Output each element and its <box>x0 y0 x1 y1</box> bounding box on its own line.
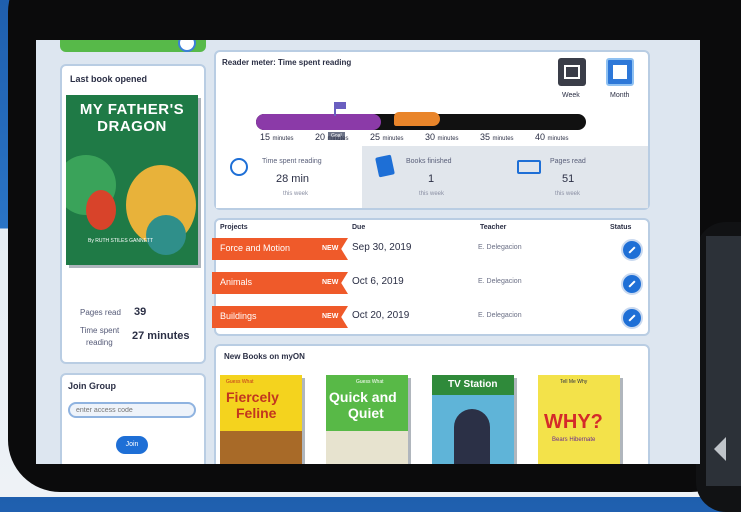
tick-unit: minutes <box>272 136 294 142</box>
book-title-1: TV Station <box>448 379 498 390</box>
book-title-1: Fiercely <box>226 389 279 405</box>
help-icon[interactable] <box>178 40 196 52</box>
project-due: Sep 30, 2019 <box>352 242 412 253</box>
meter-tick-label: 35 minutes <box>480 132 514 142</box>
calendar-month-icon <box>613 65 627 79</box>
tick-unit: minutes <box>492 136 514 142</box>
pages-read-value: 39 <box>134 306 147 318</box>
book-series: Tell Me Why <box>560 379 588 385</box>
meter-tick-label: 40 minutes <box>535 132 569 142</box>
tick-number: 30 <box>425 132 438 142</box>
stats-row: Time spent reading 28 min this week Book… <box>216 146 648 208</box>
book-title-2: Quiet <box>348 405 384 421</box>
tick-number: 15 <box>260 132 273 142</box>
status-col-header: Status <box>610 224 632 231</box>
edit-pencil-icon[interactable] <box>621 273 643 295</box>
month-label: Month <box>610 92 630 99</box>
cover-author: By RUTH STILES GANNETT <box>88 238 154 244</box>
clock-icon <box>230 158 248 176</box>
join-group-heading: Join Group <box>68 381 116 391</box>
meter-tick-label: 25 minutes <box>370 132 404 142</box>
meter-tick-label: 15 minutes <box>260 132 294 142</box>
book-art <box>454 409 490 464</box>
due-col-header: Due <box>352 224 366 231</box>
stat-pages-read <box>505 146 648 208</box>
week-label: Week <box>562 92 580 99</box>
join-group-card: Join Group Join <box>60 373 206 464</box>
tick-unit: minutes <box>547 136 569 142</box>
project-teacher: E. Delegacion <box>478 312 522 319</box>
teacher-col-header: Teacher <box>480 224 507 231</box>
projects-col-header: Projects <box>220 224 248 231</box>
new-badge: NEW <box>322 245 339 252</box>
new-badge: NEW <box>322 279 339 286</box>
tick-unit: minutes <box>382 136 404 142</box>
tick-number: 25 <box>370 132 383 142</box>
new-books-heading: New Books on myON <box>224 352 305 361</box>
stat-books-label: Books finished <box>406 158 452 165</box>
project-due: Oct 6, 2019 <box>352 276 404 287</box>
book-series: Guess What <box>356 379 384 385</box>
book-fiercely-feline[interactable]: Guess What Fiercely Feline <box>220 375 302 464</box>
meter-progress <box>256 114 381 130</box>
book-quick-and-quiet[interactable]: Guess What Quick and Quiet <box>326 375 408 464</box>
book-art <box>220 431 302 464</box>
new-badge: NEW <box>322 313 339 320</box>
stat-books-period: this week <box>419 191 445 197</box>
tick-number: 35 <box>480 132 493 142</box>
stat-pages-value: 51 <box>562 173 575 185</box>
book-tv-station[interactable]: TV Station <box>432 375 514 464</box>
book-why-bears-hibernate[interactable]: Tell Me Why WHY? Bears Hibernate <box>538 375 620 464</box>
tick-unit: minutes <box>437 136 459 142</box>
stat-pages-period: this week <box>555 191 581 197</box>
book-title-1: Quick and <box>329 389 397 405</box>
rocket-dog-icon <box>394 112 440 126</box>
week-toggle[interactable] <box>558 58 586 86</box>
pages-read-label: Pages read <box>80 308 121 317</box>
left-arrow-icon <box>714 437 726 461</box>
book-cover-my-fathers-dragon[interactable]: MY FATHER'S DRAGON By RUTH STILES GANNET… <box>66 95 198 265</box>
stat-pages-label: Pages read <box>550 158 586 165</box>
book-title-1: WHY? <box>544 411 603 433</box>
project-due: Oct 20, 2019 <box>352 310 410 321</box>
goal-flag-icon <box>334 102 346 116</box>
book-title-2: Feline <box>236 405 277 421</box>
tick-number: 20 <box>315 132 328 142</box>
tick-number: 40 <box>535 132 548 142</box>
project-teacher: E. Delegacion <box>478 244 522 251</box>
edit-pencil-icon[interactable] <box>621 307 643 329</box>
month-toggle[interactable] <box>606 58 634 86</box>
second-tablet <box>696 222 741 512</box>
calendar-week-icon <box>564 65 580 79</box>
stat-time-label: Time spent reading <box>262 158 322 165</box>
meter-tick-label: 20 minutes <box>315 132 349 142</box>
app-screen: Last book opened Pages read 39 Time spen… <box>36 40 700 464</box>
reader-meter-card: Reader meter: Time spent reading Week Mo… <box>214 50 650 210</box>
tick-unit: minutes <box>327 136 349 142</box>
profile-card-bottom <box>60 40 206 52</box>
cover-boy <box>86 190 116 230</box>
project-name: Animals <box>220 277 253 287</box>
meter-tick-label: 30 minutes <box>425 132 459 142</box>
time-spent-label-2: reading <box>86 338 113 347</box>
project-name: Buildings <box>220 311 257 321</box>
join-button[interactable]: Join <box>116 436 148 454</box>
project-name: Force and Motion <box>220 243 291 253</box>
book-art <box>326 431 408 464</box>
stat-books-value: 1 <box>428 173 435 185</box>
stat-time-period: this week <box>283 191 309 197</box>
open-book-icon <box>517 160 541 174</box>
stat-time-value: 28 min <box>276 173 310 185</box>
access-code-input[interactable] <box>68 402 196 418</box>
book-series: Guess What <box>226 379 254 385</box>
reader-meter-heading: Reader meter: Time spent reading <box>222 58 352 67</box>
time-spent-value: 27 minutes <box>132 330 190 342</box>
time-spent-label: Time spent <box>80 326 120 335</box>
last-book-heading: Last book opened <box>70 74 148 84</box>
project-teacher: E. Delegacion <box>478 278 522 285</box>
edit-pencil-icon[interactable] <box>621 239 643 261</box>
cover-leaves <box>146 215 186 255</box>
book-title-2: Bears Hibernate <box>552 437 596 443</box>
cover-title: MY FATHER'S DRAGON <box>79 101 185 135</box>
